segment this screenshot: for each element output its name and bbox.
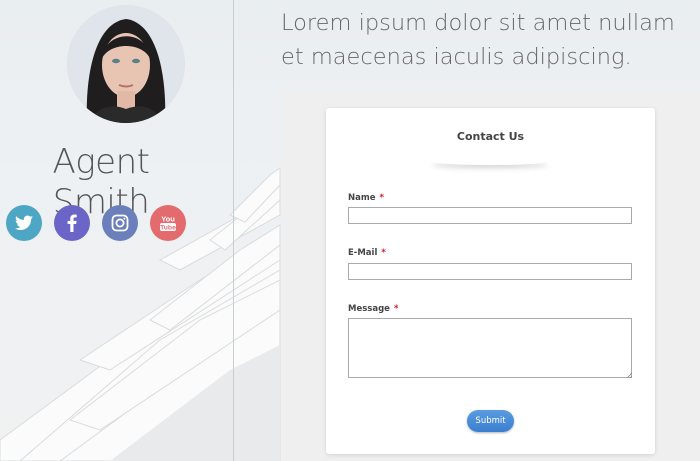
instagram-icon [111, 214, 129, 232]
youtube-icon: You Tube [160, 215, 176, 232]
svg-text:You: You [161, 215, 175, 224]
name-label: Name * [348, 193, 384, 203]
instagram-button[interactable] [102, 205, 138, 241]
facebook-icon [67, 214, 77, 232]
email-label: E-Mail * [348, 248, 386, 258]
message-label: Message * [348, 304, 399, 314]
submit-button[interactable]: Submit [467, 410, 514, 432]
tagline: Lorem ipsum dolor sit amet nullam et mae… [281, 10, 675, 70]
facebook-button[interactable] [54, 205, 90, 241]
message-field[interactable] [348, 318, 632, 378]
twitter-icon [15, 215, 33, 230]
form-title: Contact Us [456, 130, 525, 143]
contact-form: Contact Us Name * E-Mail * Message * Submit [326, 108, 655, 454]
youtube-button[interactable]: You Tube [150, 205, 186, 241]
required-marker: * [381, 248, 386, 258]
email-field[interactable] [348, 263, 632, 280]
avatar [67, 5, 185, 123]
twitter-button[interactable] [6, 205, 42, 241]
title-underline [430, 157, 550, 165]
social-links: You Tube [6, 205, 186, 241]
required-marker: * [393, 304, 399, 314]
svg-text:Tube: Tube [160, 225, 176, 232]
resize-handle-icon[interactable] [626, 372, 632, 378]
name-field[interactable] [348, 207, 632, 224]
required-marker: * [379, 193, 384, 203]
column-divider [233, 0, 234, 461]
